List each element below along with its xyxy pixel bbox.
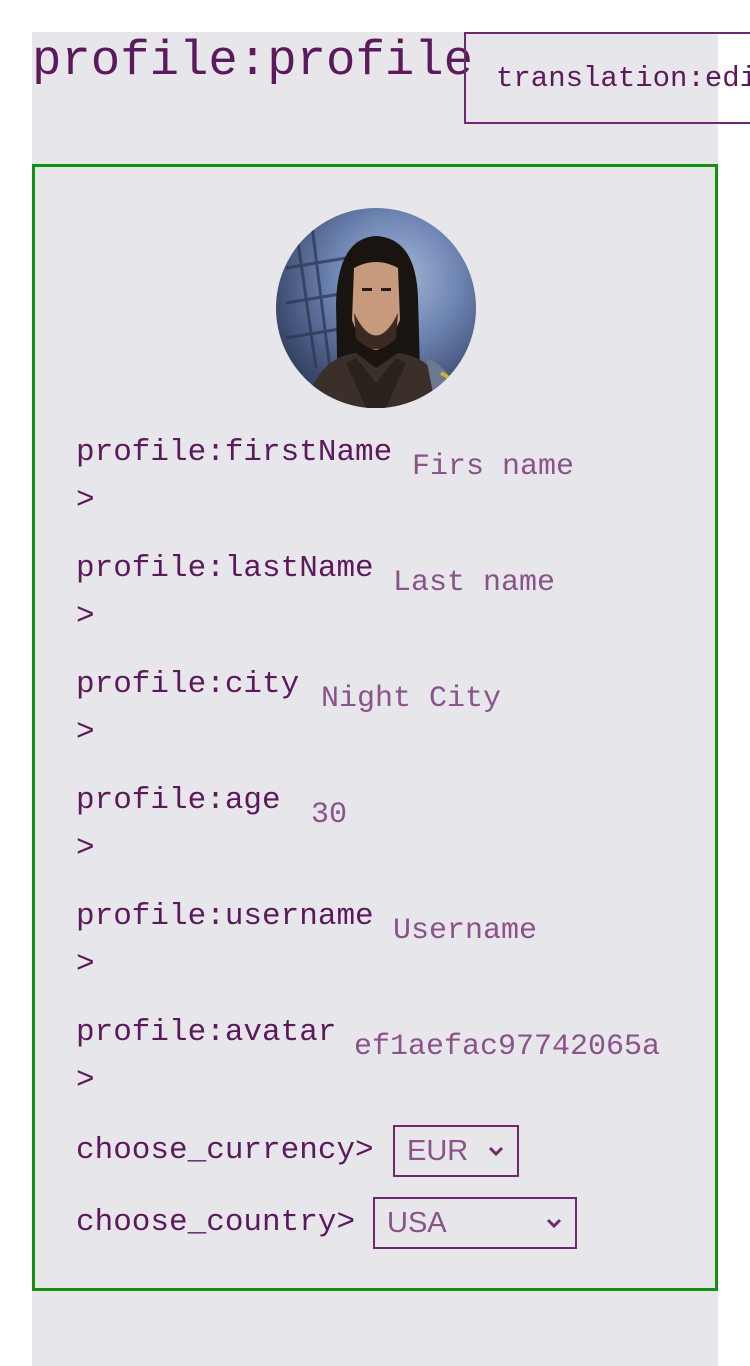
age-input[interactable] — [311, 791, 611, 839]
country-selected-value: USA — [387, 1206, 447, 1239]
username-input[interactable] — [393, 907, 653, 955]
page-title: profile:profile — [32, 33, 474, 89]
username-label: profile:username > — [76, 899, 374, 982]
avatar-image — [285, 217, 461, 408]
currency-label: choose_currency> — [76, 1133, 374, 1168]
currency-select[interactable]: EUR — [393, 1125, 519, 1177]
edit-button[interactable]: translation:edit — [464, 32, 750, 124]
currency-selected-value: EUR — [407, 1134, 469, 1167]
country-select[interactable]: USA — [373, 1197, 577, 1249]
age-label: profile:age > — [76, 783, 281, 866]
avatar-label: profile:avatar > — [76, 1015, 337, 1098]
last-name-input[interactable] — [393, 559, 653, 607]
page-header: profile:profile translation:edit — [32, 32, 750, 124]
country-label: choose_country> — [76, 1205, 356, 1240]
profile-card: profile:firstName > profile:lastName > p… — [32, 164, 718, 1291]
chevron-down-icon — [546, 1218, 562, 1229]
first-name-label: profile:firstName > — [76, 435, 393, 518]
city-label: profile:city > — [76, 667, 300, 750]
chevron-down-icon — [488, 1146, 504, 1157]
city-input[interactable] — [321, 675, 621, 723]
first-name-input[interactable] — [412, 443, 662, 491]
profile-page: profile:profile translation:edit profile… — [32, 32, 750, 1366]
avatar-input[interactable] — [354, 1023, 674, 1071]
last-name-label: profile:lastName > — [76, 551, 374, 634]
avatar — [276, 208, 476, 408]
